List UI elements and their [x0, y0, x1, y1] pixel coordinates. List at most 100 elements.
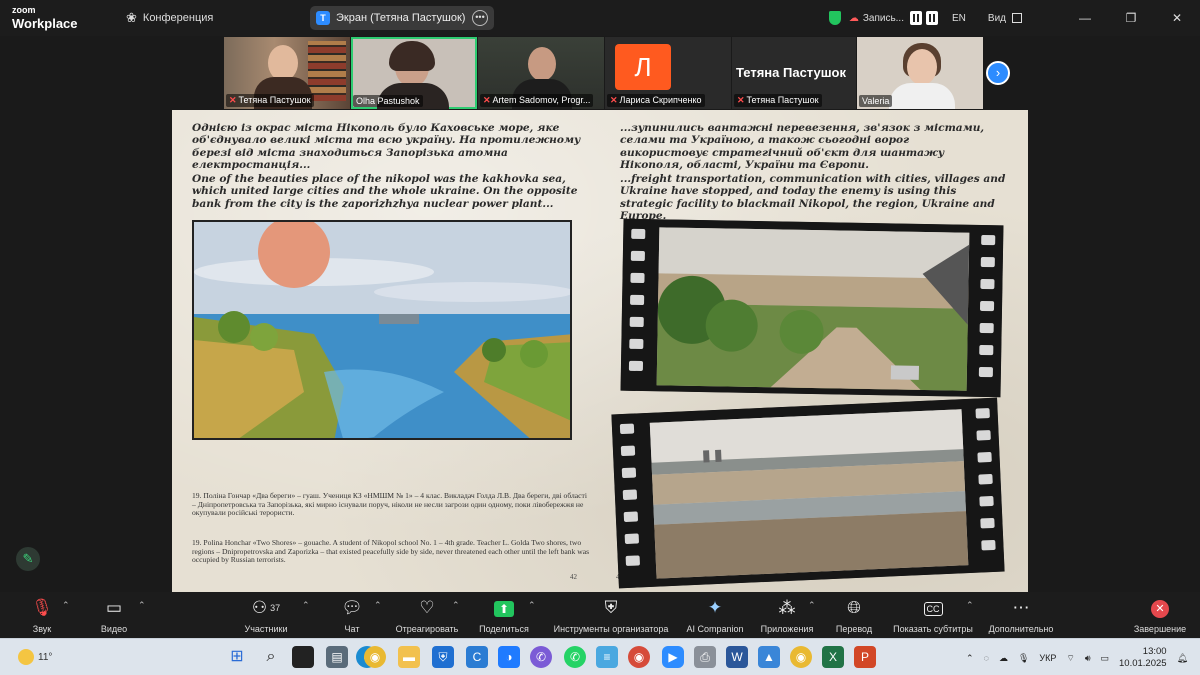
ai-companion-label: AI Companion [686, 624, 744, 634]
notes-icon[interactable]: ≡ [596, 646, 618, 668]
powerpoint-icon[interactable]: P [854, 646, 876, 668]
captions-options-caret[interactable]: ⌃ [966, 600, 974, 611]
right-english-text: ...freight transportation, communication… [620, 173, 1006, 222]
video-options-caret[interactable]: ⌃ [138, 600, 146, 611]
recording-label: Запись... [862, 12, 904, 24]
audio-options-caret[interactable]: ⌃ [62, 600, 70, 611]
network-icon[interactable]: ◌ [984, 653, 989, 663]
filmstrip-photo-riverbed [611, 397, 1005, 589]
whiteboard-pencil-icon[interactable]: ✎ [16, 547, 40, 571]
weather-widget[interactable]: 11° [18, 649, 52, 665]
excel-icon[interactable]: X [822, 646, 844, 668]
apps-label: Приложения [760, 624, 814, 634]
clock-date: 10.01.2025 [1119, 658, 1167, 669]
defender-icon[interactable]: ⛨ [432, 646, 454, 668]
host-tools-button[interactable]: ⛨ Инструменты организатора [548, 596, 674, 634]
share-screen-button[interactable]: ⬆ Поделиться [476, 596, 532, 634]
windows-taskbar: 11° ⊞ ⌕ ▤ e ◉ ▬ ⛨ C ◑ ✆ ✆ ≡ ◉ ▶ ⎙ W ▲ ◉ … [0, 638, 1200, 675]
participant-name-text: Olha Pastushok [356, 96, 420, 106]
participants-options-caret[interactable]: ⌃ [302, 600, 310, 611]
printer-icon[interactable]: ⎙ [694, 646, 716, 668]
apps-options-caret[interactable]: ⌃ [808, 600, 816, 611]
clock[interactable]: 13:00 10.01.2025 [1119, 646, 1167, 670]
more-dots-icon: ⋯ [1012, 598, 1030, 617]
maximize-button[interactable]: ❐ [1108, 11, 1154, 25]
next-page-arrow-icon[interactable]: › [986, 61, 1010, 85]
explorer-icon[interactable]: ▤ [326, 646, 348, 668]
pause-recording-button[interactable] [910, 11, 922, 25]
chat-options-caret[interactable]: ⌃ [374, 600, 382, 611]
title-bar-right: ☁ Запись... EN Вид — ❐ ✕ [828, 0, 1200, 36]
language-indicator[interactable]: EN [952, 13, 966, 24]
chat-button[interactable]: 💬︎ Чат [336, 596, 368, 634]
ai-companion-button[interactable]: ✦ AI Companion [684, 596, 746, 634]
participant-body [889, 83, 955, 109]
more-options-icon[interactable]: ••• [472, 10, 488, 26]
paw-icon: ❀ [126, 10, 137, 25]
zoom-taskbar-icon[interactable]: ◑ [498, 646, 520, 668]
participant-tile[interactable]: Тетяна Пастушок ✕ Тетяна Пастушок [732, 37, 856, 109]
participant-tile[interactable]: ✕ Artem Sadomov, Progr... [478, 37, 604, 109]
participant-tile[interactable]: Valeria [857, 37, 983, 109]
close-button[interactable]: ✕ [1154, 11, 1200, 25]
mic-tray-icon[interactable]: 🎙︎ [1018, 653, 1029, 664]
stop-recording-button[interactable] [926, 11, 938, 25]
audio-button[interactable]: 🎙︎ Звук [22, 596, 62, 634]
left-ukrainian-text: Однією із окрас міста Нікополь було Кахо… [192, 122, 581, 171]
translate-label: Перевод [835, 624, 873, 634]
more-button[interactable]: ⋯ Дополнительно [986, 596, 1056, 634]
view-pill-label: Экран (Тетяна Пастушок) [336, 12, 466, 24]
keyboard-language[interactable]: УКР [1039, 653, 1056, 663]
participant-tile[interactable]: ✕ Тетяна Пастушок [224, 37, 350, 109]
react-options-caret[interactable]: ⌃ [452, 600, 460, 611]
video-button[interactable]: ▭ Видео [94, 596, 134, 634]
zoom-app-icon[interactable]: ▶ [662, 646, 684, 668]
recording-status[interactable]: ☁ Запись... [849, 13, 904, 24]
share-label: Поделиться [479, 624, 529, 634]
participant-tile-active-speaker[interactable]: Olha Pastushok [351, 37, 477, 109]
cloud-icon[interactable]: ☁ [999, 653, 1008, 664]
participant-name-text: Тетяна Пастушок [746, 95, 819, 105]
chrome-profile-icon[interactable]: ◉ [628, 646, 650, 668]
whatsapp-icon[interactable]: ✆ [564, 646, 586, 668]
participant-name: ✕ Тетяна Пастушок [226, 94, 314, 107]
photos-icon[interactable]: ▲ [758, 646, 780, 668]
search-icon[interactable]: ⌕ [260, 646, 282, 668]
view-selector-pill[interactable]: Т Экран (Тетяна Пастушок) ••• [310, 6, 494, 30]
participant-name-text: Valeria [862, 96, 890, 106]
wifi-icon[interactable]: ⌔ [1066, 653, 1074, 664]
participant-name: ✕ Лариса Скрипченко [607, 94, 705, 107]
start-windows-icon[interactable]: ⊞ [226, 646, 248, 668]
meeting-label[interactable]: ❀ Конференция [126, 10, 213, 26]
captions-button[interactable]: CC Показать субтитры [890, 596, 976, 634]
app-c-icon[interactable]: C [466, 646, 488, 668]
word-icon[interactable]: W [726, 646, 748, 668]
participant-name: ✕ Artem Sadomov, Progr... [480, 94, 594, 107]
video-camera-icon: ▭ [105, 598, 123, 617]
end-meeting-button[interactable]: ✕ Завершение [1130, 596, 1190, 634]
translate-button[interactable]: 🌐︎ Перевод [832, 596, 876, 634]
logo-line2: Workplace [12, 16, 78, 31]
battery-icon[interactable]: ▭ [1101, 653, 1110, 664]
view-menu[interactable]: Вид [988, 13, 1022, 24]
security-shield-icon[interactable] [828, 11, 841, 25]
task-view-icon[interactable] [292, 646, 314, 668]
viber-icon[interactable]: ✆ [530, 646, 552, 668]
sharer-badge: Т [316, 11, 330, 25]
tray-chevron-icon[interactable]: ⌃ [966, 653, 974, 664]
meeting-toolbar: 🎙︎ Звук ⌃ ▭ Видео ⌃ ⚇ 37 Участники ⌃ 💬︎ Ч… [0, 592, 1200, 638]
chat-icon: 💬︎ [341, 598, 363, 617]
participant-tile[interactable]: Л ✕ Лариса Скрипченко [605, 37, 731, 109]
folder-icon[interactable]: ▬ [398, 646, 420, 668]
caption-ukrainian: 19. Поліна Гончар «Два береги» – гуаш. У… [192, 491, 587, 518]
volume-icon[interactable]: 🔊︎ [1085, 653, 1091, 664]
participant-name: Valeria [859, 95, 893, 107]
chrome-second-icon[interactable]: ◉ [790, 646, 812, 668]
more-label: Дополнительно [988, 624, 1054, 634]
notifications-icon[interactable]: 🔔︎ [1177, 653, 1188, 664]
share-options-caret[interactable]: ⌃ [528, 600, 536, 611]
participant-name-text: Тетяна Пастушок [238, 95, 311, 105]
minimize-button[interactable]: — [1062, 11, 1108, 25]
participants-button[interactable]: ⚇ 37 Участники [236, 596, 296, 634]
chrome-icon[interactable]: ◉ [364, 646, 386, 668]
